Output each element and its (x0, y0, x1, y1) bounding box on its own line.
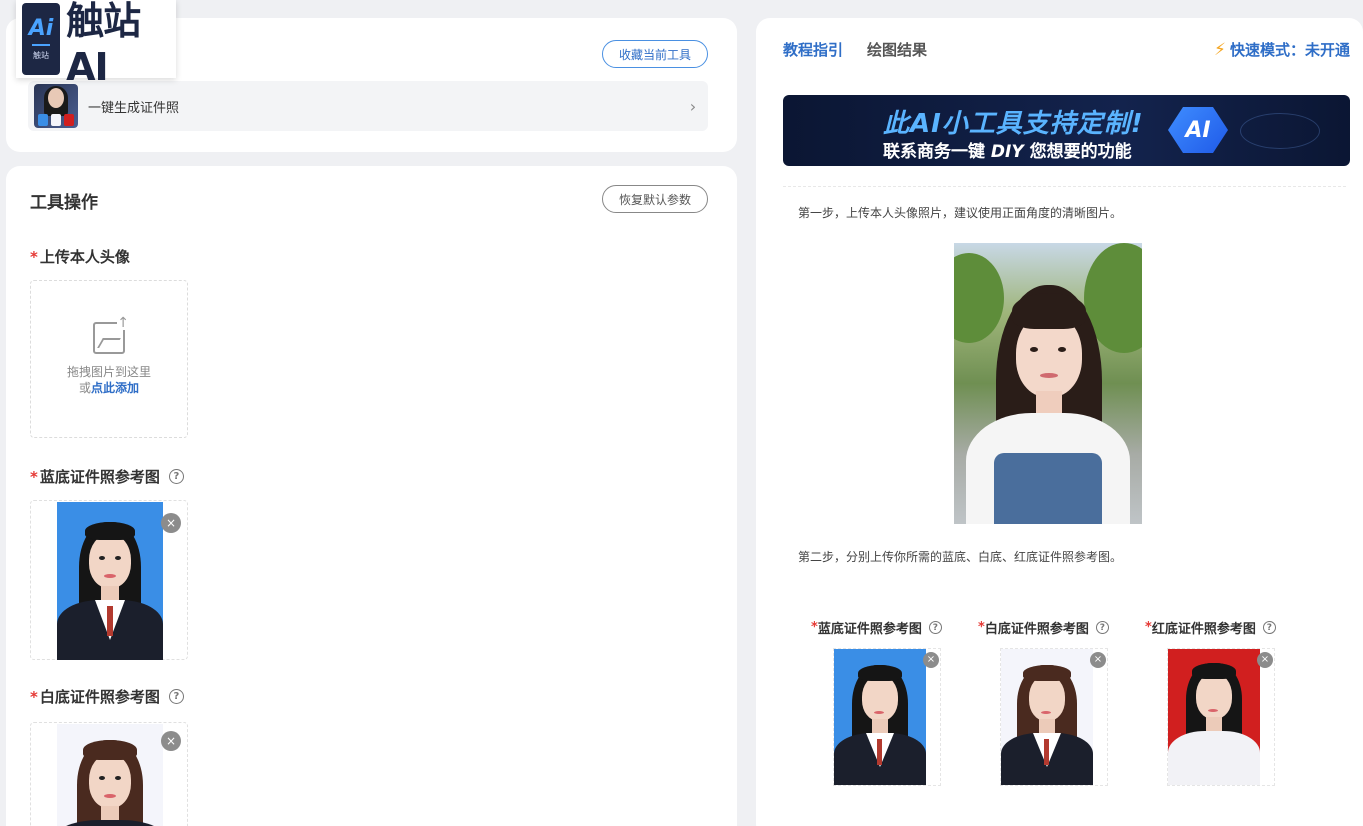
help-icon[interactable]: ? (928, 621, 942, 634)
red-reference-example-label: * 红底证件照参考图? (1145, 618, 1305, 637)
help-icon[interactable]: ? (168, 469, 184, 484)
favorite-tool-button[interactable]: 收藏当前工具 (602, 40, 708, 68)
fast-mode-text: 快速模式：未开通 (1229, 41, 1350, 59)
logo-badge: Ai 触站 (22, 3, 61, 75)
tool-thumbnail (34, 84, 78, 128)
avatar-upload-dropzone[interactable]: ↑ 拖拽图片到这里 或点此添加 (30, 280, 188, 438)
tool-selector[interactable]: 一键生成证件照 › (28, 81, 708, 131)
banner-subtitle: 联系商务一键 DIY 您想要的功能 (883, 142, 1132, 162)
tab-tutorial[interactable]: 教程指引 (783, 39, 843, 60)
divider (783, 186, 1346, 187)
help-icon[interactable]: ? (1262, 621, 1276, 634)
help-icon[interactable]: ? (1095, 621, 1109, 634)
lightning-icon: ⚡ (1214, 39, 1226, 60)
remove-icon[interactable]: × (1257, 652, 1273, 668)
help-icon[interactable]: ? (168, 689, 184, 704)
click-to-add-link[interactable]: 点此添加 (91, 381, 139, 395)
remove-icon[interactable]: × (923, 652, 939, 668)
remove-blue-reference-icon[interactable]: × (161, 513, 181, 533)
required-mark: * (30, 687, 38, 706)
customization-banner[interactable]: 此AI小工具支持定制! 联系商务一键 DIY 您想要的功能 AI (783, 95, 1350, 166)
blue-reference-label: * 蓝底证件照参考图 ? (30, 466, 184, 487)
fast-mode-status[interactable]: ⚡ 快速模式：未开通 (1214, 39, 1350, 60)
upload-hint-prefix: 或 (78, 381, 91, 395)
upload-avatar-label: * 上传本人头像 (30, 246, 130, 267)
brand-logo[interactable]: Ai 触站 触站AI (16, 0, 176, 89)
remove-icon[interactable]: × (1090, 652, 1106, 668)
reset-defaults-button[interactable]: 恢复默认参数 (602, 185, 708, 213)
blue-reference-label-text: 蓝底证件照参考图 (39, 468, 160, 486)
blue-reference-example-label: * 蓝底证件照参考图? (811, 618, 971, 637)
blue-reference-photo (57, 502, 163, 660)
blue-reference-upload[interactable]: × (30, 500, 188, 660)
step-two-text: 第二步，分别上传你所需的蓝底、白底、红底证件照参考图。 (798, 550, 1123, 564)
sample-avatar-photo (954, 243, 1142, 524)
section-title: 工具操作 (30, 193, 98, 213)
white-reference-upload[interactable]: × (30, 722, 188, 826)
step-one-text: 第一步，上传本人头像照片，建议使用正面角度的清晰图片。 (798, 206, 1123, 220)
logo-brand-name: 触站AI (66, 0, 141, 89)
chevron-right-icon: › (689, 96, 697, 116)
banner-title: 此AI小工具支持定制! (883, 109, 1144, 139)
red-reference-example: * 红底证件照参考图? × (1145, 618, 1305, 786)
logo-badge-bar (32, 43, 51, 46)
white-reference-label: * 白底证件照参考图 ? (30, 686, 184, 707)
blue-reference-example: * 蓝底证件照参考图? × (811, 618, 971, 786)
logo-badge-text: Ai (28, 15, 54, 41)
upload-hint: 拖拽图片到这里 (66, 365, 151, 379)
image-upload-icon: ↑ (93, 316, 129, 354)
guide-panel: 教程指引 绘图结果 ⚡ 快速模式：未开通 此AI小工具支持定制! 联系商务一键 … (756, 18, 1363, 826)
white-reference-photo (57, 724, 163, 826)
white-reference-label-text: 白底证件照参考图 (39, 688, 160, 706)
tool-operation-panel: 工具操作 恢复默认参数 * 上传本人头像 ↑ 拖拽图片到这里 或点此添加 * 蓝… (6, 166, 737, 826)
white-reference-example: * 白底证件照参考图? × (978, 618, 1138, 786)
white-reference-example-label: * 白底证件照参考图? (978, 618, 1138, 637)
tab-result[interactable]: 绘图结果 (867, 39, 927, 60)
ai-logo-icon: AI (1168, 107, 1228, 153)
required-mark: * (30, 247, 38, 266)
required-mark: * (30, 467, 38, 486)
remove-white-reference-icon[interactable]: × (161, 731, 181, 751)
logo-badge-sub: 触站 (33, 50, 50, 60)
tool-name: 一键生成证件照 (88, 100, 180, 116)
upload-avatar-label-text: 上传本人头像 (39, 248, 130, 266)
